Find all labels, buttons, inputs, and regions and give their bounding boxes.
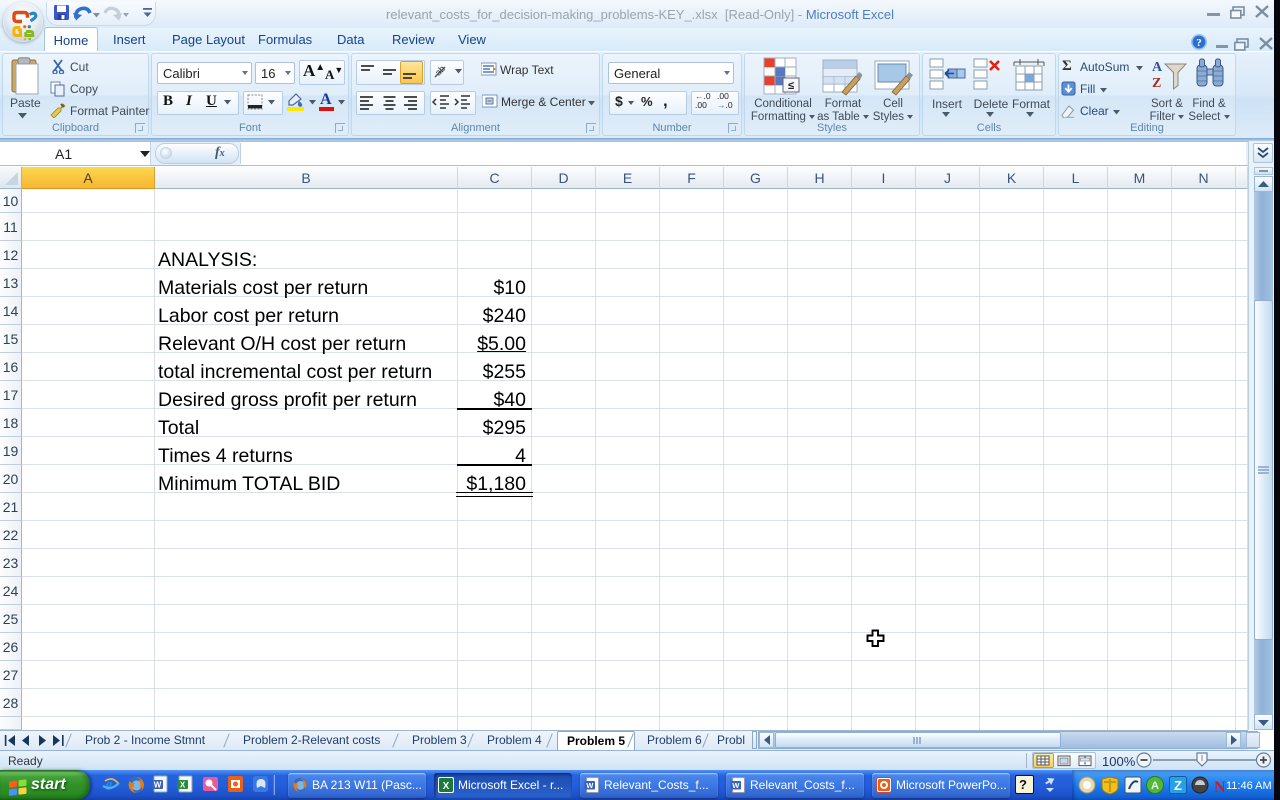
svg-text:≤: ≤ — [788, 80, 794, 92]
svg-text:X: X — [443, 781, 450, 792]
svg-text:Z: Z — [1174, 778, 1182, 793]
svg-text:W: W — [154, 781, 162, 790]
svg-text:W: W — [732, 781, 740, 790]
svg-text:W: W — [586, 781, 594, 790]
svg-text:A: A — [1152, 60, 1163, 75]
svg-text:ab: ab — [433, 64, 447, 78]
svg-text:A: A — [1151, 780, 1159, 792]
svg-text:?: ? — [1196, 37, 1202, 49]
svg-text:X: X — [180, 781, 186, 790]
svg-text:N: N — [1214, 779, 1226, 796]
svg-text:e: e — [105, 775, 113, 794]
svg-text:Z: Z — [1152, 76, 1161, 91]
